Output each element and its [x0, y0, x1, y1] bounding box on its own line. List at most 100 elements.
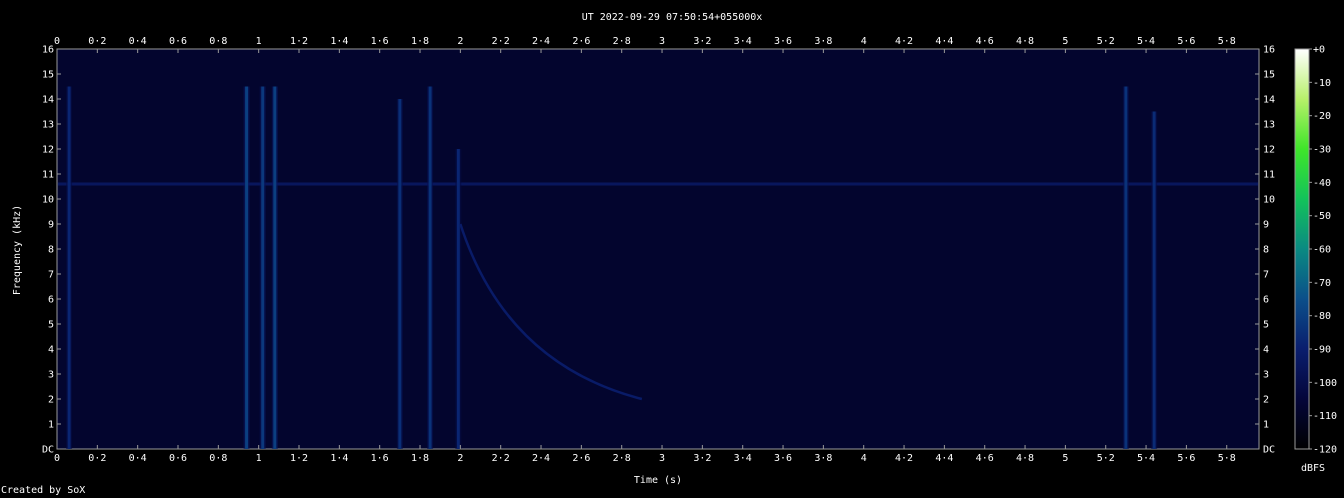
- vertical-burst-9: [1152, 111, 1156, 449]
- x-tick-label-top: 5·2: [1097, 36, 1115, 47]
- x-tick-label-top: 1·2: [290, 36, 308, 47]
- y-tick-label-left: 9: [48, 220, 54, 231]
- y-tick-label-right: 5: [1263, 320, 1269, 331]
- x-tick-label-top: 4·4: [935, 36, 953, 47]
- x-tick-label-bottom: 0·2: [88, 453, 106, 464]
- colorbar-tick-label: -30: [1313, 145, 1331, 156]
- x-tick-label-bottom: 4·6: [976, 453, 994, 464]
- y-axis-label: Frequency (kHz): [12, 205, 23, 295]
- colorbar-tick-label: -60: [1313, 245, 1331, 256]
- x-tick-label-bottom: 1·2: [290, 453, 308, 464]
- y-tick-label-right: 15: [1263, 70, 1275, 81]
- x-tick-label-top: 1: [256, 36, 262, 47]
- y-tick-label-left: 12: [42, 145, 54, 156]
- x-tick-label-bottom: 1: [256, 453, 262, 464]
- y-tick-label-left: 1: [48, 420, 54, 431]
- y-tick-label-right: 2: [1263, 395, 1269, 406]
- x-tick-label-top: 2·8: [613, 36, 631, 47]
- x-tick-label-bottom: 4·2: [895, 453, 913, 464]
- x-tick-label-bottom: 2·4: [532, 453, 550, 464]
- x-tick-label-bottom: 1·4: [330, 453, 348, 464]
- colorbar-label: dBFS: [1301, 463, 1325, 474]
- x-tick-label-bottom: 2: [457, 453, 463, 464]
- y-tick-label-right: 13: [1263, 120, 1275, 131]
- x-tick-label-top: 1·4: [330, 36, 348, 47]
- x-tick-label-top: 4·2: [895, 36, 913, 47]
- chart-title: UT 2022-09-29 07:50:54+055000x: [582, 12, 763, 23]
- y-tick-label-left: 13: [42, 120, 54, 131]
- y-tick-label-right: 4: [1263, 345, 1269, 356]
- x-tick-label-bottom: 3: [659, 453, 665, 464]
- x-tick-label-bottom: 0·4: [129, 453, 147, 464]
- colorbar-tick-label: +0: [1313, 45, 1325, 56]
- spectrogram-plot-area: [56, 48, 1260, 450]
- y-tick-label-right: 3: [1263, 370, 1269, 381]
- y-tick-label-left: 14: [42, 95, 54, 106]
- x-tick-label-bottom: 4·8: [1016, 453, 1034, 464]
- y-tick-label-right: 16: [1263, 45, 1275, 56]
- x-tick-label-bottom: 5·8: [1218, 453, 1236, 464]
- colorbar-tick-label: -10: [1313, 78, 1331, 89]
- colorbar-ticks: +0 -10 -20 -30 -40 -50 -60 -70 -80 -90 -100 -110 -12…: [1309, 45, 1337, 456]
- x-tick-label-top: 4·6: [976, 36, 994, 47]
- x-tick-label-bottom: 0·6: [169, 453, 187, 464]
- x-tick-label-top: 3: [659, 36, 665, 47]
- y-tick-label-left: 5: [48, 320, 54, 331]
- x-tick-label-top: 2·4: [532, 36, 550, 47]
- y-tick-label-right: 11: [1263, 170, 1275, 181]
- spectrogram-chart: UT 2022-09-29 07:50:54+055000x 0 0·2 0·4 0·…: [12, 12, 1337, 486]
- x-tick-label-bottom: 4·4: [935, 453, 953, 464]
- x-tick-label-bottom: 5·2: [1097, 453, 1115, 464]
- x-axis-label: Time (s): [634, 475, 682, 486]
- y-tick-label-left: 3: [48, 370, 54, 381]
- x-tick-label-top: 2·2: [492, 36, 510, 47]
- x-tick-label-top: 4: [861, 36, 867, 47]
- x-tick-label-bottom: 0·8: [209, 453, 227, 464]
- y-tick-label-right: 9: [1263, 220, 1269, 231]
- x-tick-label-top: 3·6: [774, 36, 792, 47]
- vertical-burst-1: [67, 86, 71, 449]
- credit-text: Created by SoX: [1, 485, 86, 496]
- x-tick-label-bottom: 0: [54, 453, 60, 464]
- x-tick-label-bottom: 1·8: [411, 453, 429, 464]
- y-tick-label-left: DC: [42, 445, 54, 456]
- x-tick-label-top: 2·6: [572, 36, 590, 47]
- y-tick-label-left: 2: [48, 395, 54, 406]
- x-tick-label-top: 0·8: [209, 36, 227, 47]
- x-tick-label-top: 0·2: [88, 36, 106, 47]
- x-tick-label-top: 1·8: [411, 36, 429, 47]
- vertical-burst-5: [398, 99, 402, 449]
- colorbar-tick-label: -90: [1313, 345, 1331, 356]
- x-tick-label-top: 0·6: [169, 36, 187, 47]
- y-tick-label-right: 14: [1263, 95, 1275, 106]
- x-tick-label-top: 5: [1062, 36, 1068, 47]
- colorbar-tick-label: -110: [1313, 411, 1337, 422]
- x-tick-label-top: 4·8: [1016, 36, 1034, 47]
- colorbar-tick-label: -50: [1313, 211, 1331, 222]
- y-tick-label-right: DC: [1263, 445, 1275, 456]
- colorbar-tick-label: -40: [1313, 178, 1331, 189]
- x-tick-label-bottom: 2·6: [572, 453, 590, 464]
- colorbar: [1294, 48, 1310, 450]
- vertical-burst-3: [261, 86, 265, 449]
- colorbar-tick-label: -120: [1313, 445, 1337, 456]
- vertical-burst-6: [428, 86, 432, 449]
- x-tick-label-bottom: 3·2: [693, 453, 711, 464]
- y-tick-label-left: 7: [48, 270, 54, 281]
- x-tick-label-bottom: 2·8: [613, 453, 631, 464]
- x-tick-label-top: 2: [457, 36, 463, 47]
- x-tick-label-top: 3·8: [814, 36, 832, 47]
- vertical-burst-4: [273, 86, 277, 449]
- x-tick-label-top: 0: [54, 36, 60, 47]
- x-tick-label-top: 5·8: [1218, 36, 1236, 47]
- colorbar-tick-label: -100: [1313, 378, 1337, 389]
- x-tick-label-bottom: 5·6: [1177, 453, 1195, 464]
- x-tick-label-bottom: 4: [861, 453, 867, 464]
- x-tick-label-bottom: 2·2: [492, 453, 510, 464]
- x-tick-label-bottom: 3·6: [774, 453, 792, 464]
- x-tick-label-top: 5·4: [1137, 36, 1155, 47]
- x-tick-label-bottom: 3·8: [814, 453, 832, 464]
- x-tick-label-bottom: 5·4: [1137, 453, 1155, 464]
- colorbar-tick-label: -70: [1313, 278, 1331, 289]
- vertical-burst-2: [245, 86, 249, 449]
